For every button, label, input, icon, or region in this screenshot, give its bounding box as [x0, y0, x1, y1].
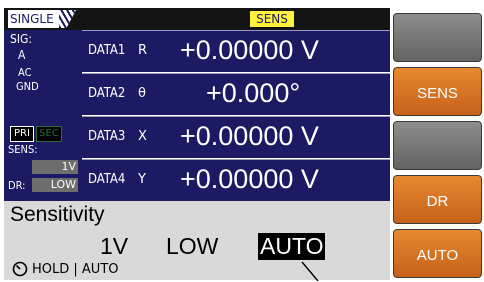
- data-row-symbol: θ: [138, 86, 146, 101]
- data-row-2: DATA2 θ +0.000°: [82, 73, 390, 115]
- data-row-label: DATA1: [88, 43, 126, 58]
- mode-tab: SINGLE: [8, 10, 76, 28]
- data-row-symbol: R: [138, 43, 148, 58]
- data-row-symbol: X: [138, 129, 147, 144]
- softkey-auto[interactable]: AUTO: [391, 227, 484, 280]
- softkey-sens[interactable]: SENS: [391, 65, 484, 118]
- knob-hint-text: HOLD | AUTO: [32, 262, 119, 277]
- dynamic-reserve-value: LOW: [32, 178, 78, 192]
- sensitivity-label: SENS:: [8, 143, 38, 156]
- sensitivity-value: 1V: [32, 160, 78, 174]
- option-auto-selected[interactable]: AUTO: [258, 233, 326, 260]
- sensitivity-setting-panel: Sensitivity 1V LOW AUTO HOLD | AUTO: [4, 201, 390, 281]
- signal-ground-value: GND: [16, 80, 39, 93]
- selection-pointer-icon: [301, 261, 319, 281]
- data-row-value: +0.00000 V: [180, 35, 319, 65]
- rotary-knob-icon: [12, 261, 28, 277]
- data-row-label: DATA2: [88, 86, 126, 101]
- softkey-3[interactable]: [391, 119, 484, 172]
- top-status-bar: SINGLE SENS: [4, 8, 390, 30]
- signal-input-value: A: [18, 48, 26, 62]
- data-row-symbol: Y: [138, 172, 146, 187]
- data-row-label: DATA3: [88, 129, 126, 144]
- data-row-1: DATA1 R +0.00000 V: [82, 30, 390, 72]
- softkey-dr[interactable]: DR: [391, 173, 484, 226]
- pri-indicator: PRI: [10, 126, 34, 142]
- data-row-4: DATA4 Y +0.00000 V: [82, 159, 390, 201]
- measurement-readouts: DATA1 R +0.00000 V DATA2 θ +0.000° DATA3…: [82, 30, 390, 201]
- signal-status-panel: SIG: A AC GND PRI SEC SENS: 1V DR: LOW: [4, 30, 82, 201]
- softkey-column: SENS DR AUTO: [391, 0, 484, 282]
- main-display: SINGLE SENS SIG: A AC GND PRI SEC SENS: …: [4, 8, 390, 281]
- sec-indicator: SEC: [36, 126, 62, 142]
- sens-badge: SENS: [250, 11, 294, 27]
- data-row-3: DATA3 X +0.00000 V: [82, 116, 390, 158]
- instrument-screen: SINGLE SENS SIG: A AC GND PRI SEC SENS: …: [0, 0, 484, 282]
- option-low[interactable]: LOW: [166, 233, 218, 260]
- option-1v[interactable]: 1V: [100, 233, 128, 260]
- softkey-1[interactable]: [391, 11, 484, 64]
- signal-coupling-value: AC: [18, 66, 32, 79]
- dynamic-reserve-label: DR:: [8, 179, 26, 192]
- data-row-label: DATA4: [88, 172, 126, 187]
- data-row-value: +0.00000 V: [180, 121, 319, 151]
- setting-title: Sensitivity: [10, 203, 105, 226]
- signal-label: SIG:: [10, 32, 33, 46]
- data-row-value: +0.00000 V: [180, 164, 319, 194]
- data-row-value: +0.000°: [206, 78, 301, 108]
- mode-tab-stripes: [59, 10, 76, 28]
